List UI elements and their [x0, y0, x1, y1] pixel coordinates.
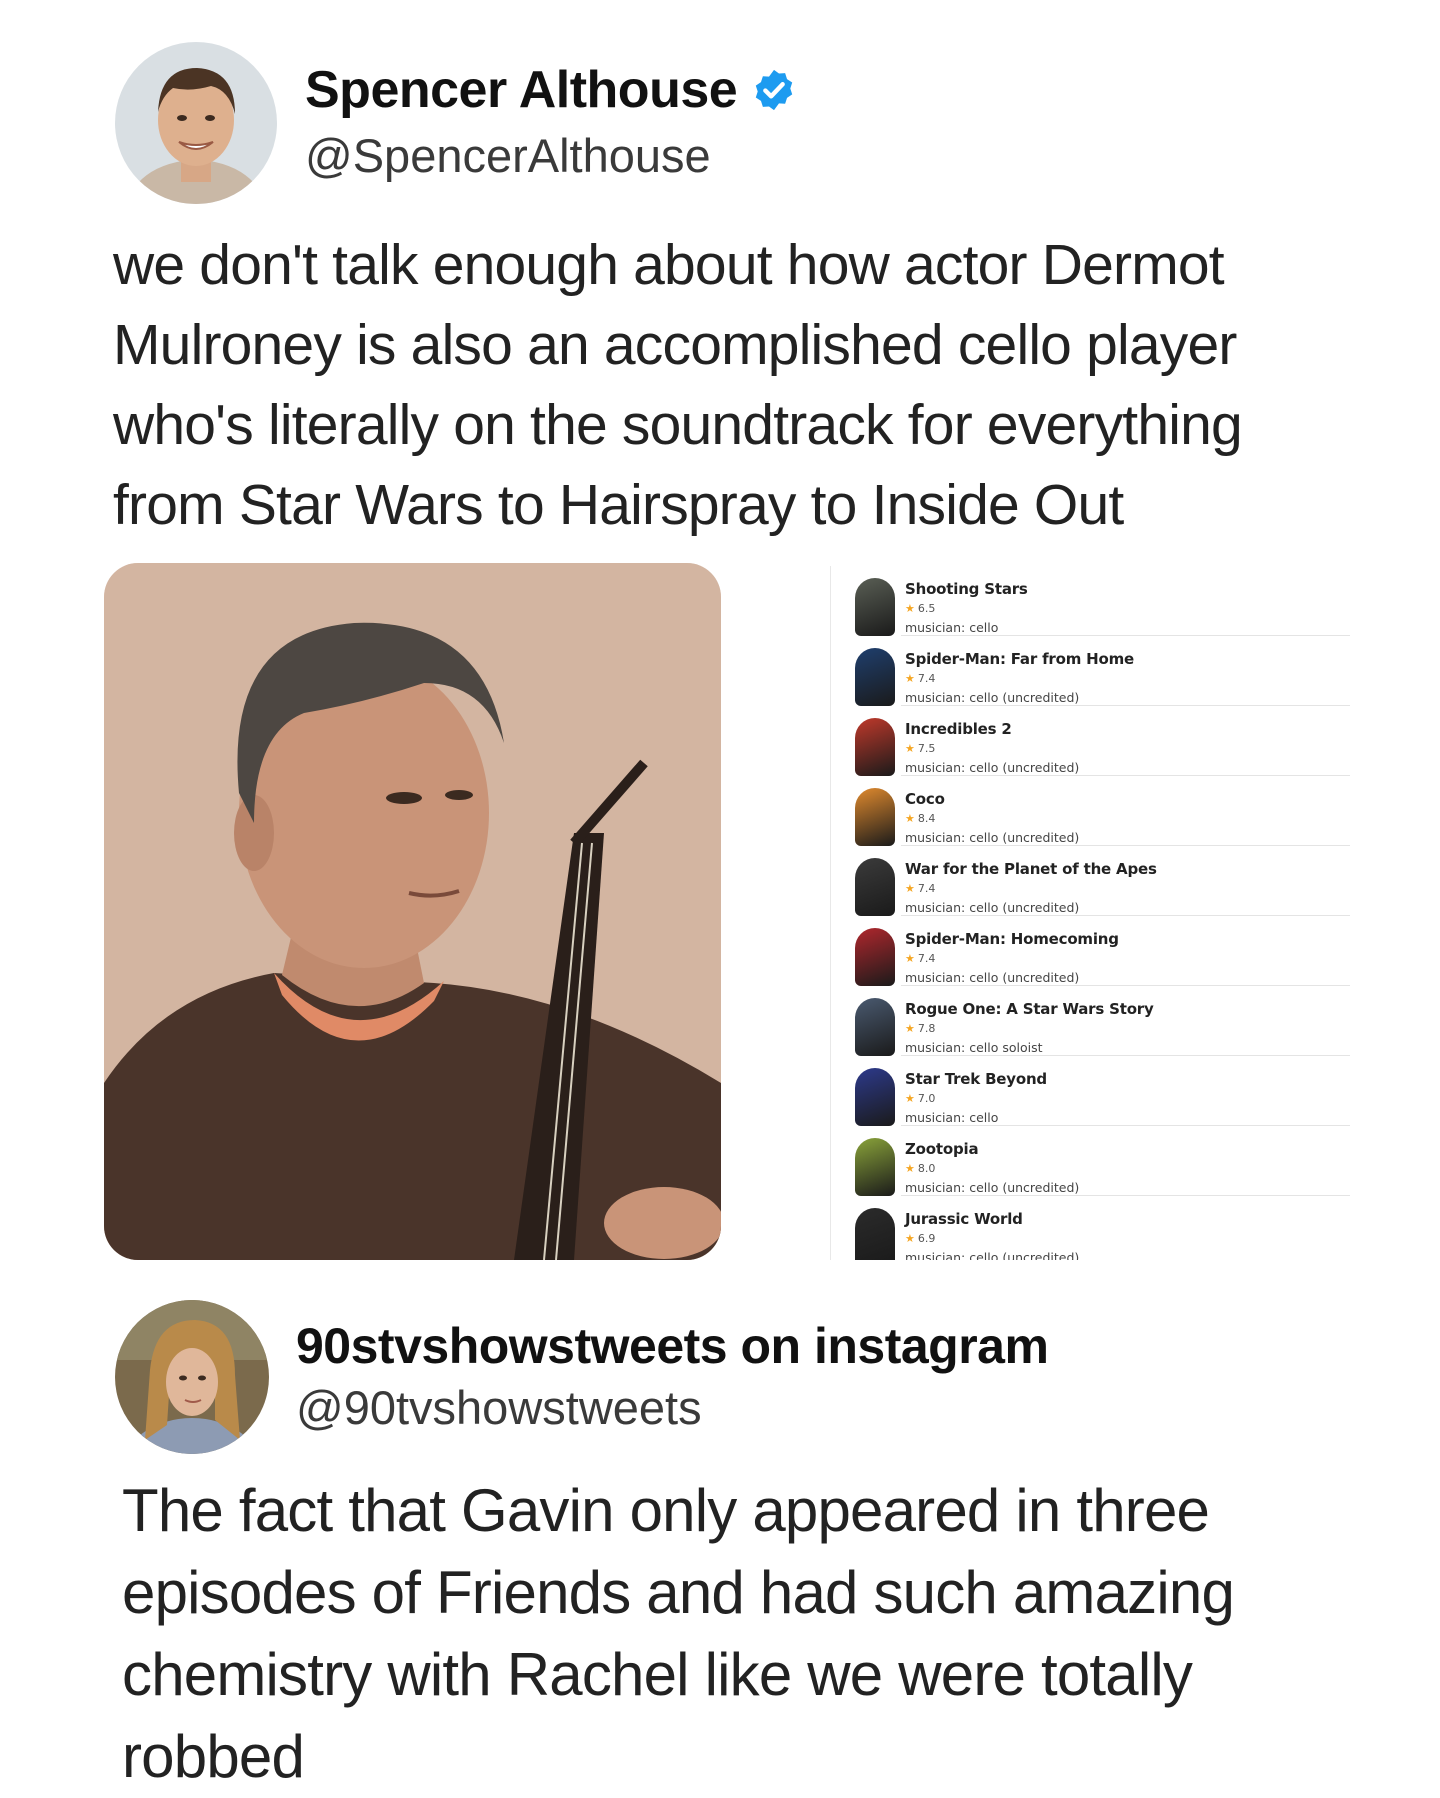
movie-poster-icon	[855, 858, 895, 916]
credit-role: musician: cello (uncredited)	[905, 1180, 1080, 1195]
credit-role: musician: cello	[905, 1110, 999, 1125]
credit-role: musician: cello (uncredited)	[905, 970, 1080, 985]
tweet-text: we don't talk enough about how actor Der…	[113, 225, 1373, 545]
rating-value: 7.4	[917, 952, 936, 965]
credit-rating: ★ 8.0	[905, 1162, 935, 1175]
author-handle[interactable]: @90tvshowstweets	[296, 1380, 702, 1435]
movie-poster-icon	[855, 928, 895, 986]
credit-rating: ★ 7.4	[905, 882, 935, 895]
rating-value: 7.4	[917, 882, 936, 895]
credit-item[interactable]: Jurassic World ★ 6.9 musician: cello (uncre…	[831, 1196, 1350, 1260]
credit-role: musician: cello (uncredited)	[905, 760, 1080, 775]
credit-item[interactable]: Rogue One: A Star Wars Story ★ 7.8 musician…	[831, 986, 1350, 1056]
credit-role: musician: cello (uncredited)	[905, 900, 1080, 915]
rating-value: 7.4	[917, 672, 936, 685]
credit-item[interactable]: Spider-Man: Homecoming ★ 7.4 musician: cell…	[831, 916, 1350, 986]
rating-value: 6.9	[917, 1232, 936, 1245]
star-icon: ★	[905, 1232, 915, 1245]
movie-poster-icon	[855, 788, 895, 846]
movie-poster-icon	[855, 718, 895, 776]
avatar-portrait-icon	[115, 42, 277, 204]
tweet-text-line: we don't talk enough about how actor Der…	[113, 233, 1225, 297]
credit-role: musician: cello	[905, 620, 999, 635]
author-name[interactable]: Spencer Althouse	[305, 60, 797, 120]
credit-title[interactable]: Jurassic World	[905, 1210, 1023, 1228]
star-icon: ★	[905, 742, 915, 755]
tweet-photo-cellist[interactable]	[104, 563, 721, 1260]
star-icon: ★	[905, 882, 915, 895]
star-icon: ★	[905, 1022, 915, 1035]
credit-role: musician: cello (uncredited)	[905, 690, 1080, 705]
tweet-text-line: robbed	[122, 1723, 305, 1790]
filmography-list: Shooting Stars ★ 6.5 musician: cello Spider-…	[830, 566, 1350, 1260]
credit-item[interactable]: Spider-Man: Far from Home ★ 7.4 musician: c…	[831, 636, 1350, 706]
credit-rating: ★ 7.0	[905, 1092, 935, 1105]
credit-title[interactable]: Star Trek Beyond	[905, 1070, 1047, 1088]
credit-title[interactable]: Rogue One: A Star Wars Story	[905, 1000, 1154, 1018]
author-handle[interactable]: @SpencerAlthouse	[305, 128, 711, 183]
tweet-spencer-althouse: Spencer Althouse @SpencerAlthouse we don…	[0, 0, 1440, 1270]
credit-title[interactable]: Zootopia	[905, 1140, 979, 1158]
credit-item[interactable]: War for the Planet of the Apes ★ 7.4 musici…	[831, 846, 1350, 916]
credit-role: musician: cello (uncredited)	[905, 1250, 1080, 1260]
verified-badge-icon	[755, 69, 793, 111]
credit-rating: ★ 6.5	[905, 602, 935, 615]
credit-title[interactable]: Shooting Stars	[905, 580, 1028, 598]
avatar-portrait-icon	[115, 1300, 269, 1454]
rating-value: 6.5	[917, 602, 936, 615]
credit-title[interactable]: Incredibles 2	[905, 720, 1012, 738]
rating-value: 7.0	[917, 1092, 936, 1105]
tweet-text-line: episodes of Friends and had such amazing	[122, 1559, 1235, 1626]
credit-title[interactable]: Coco	[905, 790, 945, 808]
credit-role: musician: cello (uncredited)	[905, 830, 1080, 845]
tweet-text-line: from Star Wars to Hairspray to Inside Ou…	[113, 473, 1124, 537]
tweet-90stvshowstweets: 90stvshowstweets on instagram @90tvshows…	[0, 1270, 1440, 1792]
avatar-90stvshowstweets[interactable]	[115, 1300, 269, 1454]
star-icon: ★	[905, 1162, 915, 1175]
star-icon: ★	[905, 812, 915, 825]
credit-item[interactable]: Zootopia ★ 8.0 musician: cello (uncredited)	[831, 1126, 1350, 1196]
rating-value: 7.8	[917, 1022, 936, 1035]
credit-item[interactable]: Star Trek Beyond ★ 7.0 musician: cello	[831, 1056, 1350, 1126]
cellist-photo-image	[104, 563, 721, 1260]
movie-poster-icon	[855, 648, 895, 706]
credit-title[interactable]: Spider-Man: Homecoming	[905, 930, 1119, 948]
star-icon: ★	[905, 952, 915, 965]
movie-poster-icon	[855, 578, 895, 636]
tweet-text: The fact that Gavin only appeared in thr…	[122, 1470, 1402, 1798]
credit-rating: ★ 7.8	[905, 1022, 935, 1035]
star-icon: ★	[905, 1092, 915, 1105]
credit-item[interactable]: Incredibles 2 ★ 7.5 musician: cello (uncred…	[831, 706, 1350, 776]
star-icon: ★	[905, 602, 915, 615]
credit-item[interactable]: Shooting Stars ★ 6.5 musician: cello	[831, 566, 1350, 636]
movie-poster-icon	[855, 1138, 895, 1196]
author-name[interactable]: 90stvshowstweets on instagram	[296, 1317, 1049, 1375]
tweet-text-line: Mulroney is also an accomplished cello p…	[113, 313, 1237, 377]
tweet-text-line: who's literally on the soundtrack for ev…	[113, 393, 1243, 457]
rating-value: 8.0	[917, 1162, 936, 1175]
rating-value: 8.4	[917, 812, 936, 825]
movie-poster-icon	[855, 1208, 895, 1260]
credit-rating: ★ 7.4	[905, 952, 935, 965]
credit-rating: ★ 7.5	[905, 742, 935, 755]
credit-role: musician: cello soloist	[905, 1040, 1043, 1055]
credit-item[interactable]: Coco ★ 8.4 musician: cello (uncredited)	[831, 776, 1350, 846]
movie-poster-icon	[855, 1068, 895, 1126]
star-icon: ★	[905, 672, 915, 685]
credit-rating: ★ 8.4	[905, 812, 935, 825]
movie-poster-icon	[855, 998, 895, 1056]
credit-title[interactable]: Spider-Man: Far from Home	[905, 650, 1134, 668]
tweet-text-line: The fact that Gavin only appeared in thr…	[122, 1477, 1210, 1544]
avatar-spencer-althouse[interactable]	[115, 42, 277, 204]
tweet-text-line: chemistry with Rachel like we were total…	[122, 1641, 1193, 1708]
author-name-text: Spencer Althouse	[305, 61, 738, 119]
credit-rating: ★ 6.9	[905, 1232, 935, 1245]
credit-rating: ★ 7.4	[905, 672, 935, 685]
rating-value: 7.5	[917, 742, 936, 755]
credit-title[interactable]: War for the Planet of the Apes	[905, 860, 1157, 878]
